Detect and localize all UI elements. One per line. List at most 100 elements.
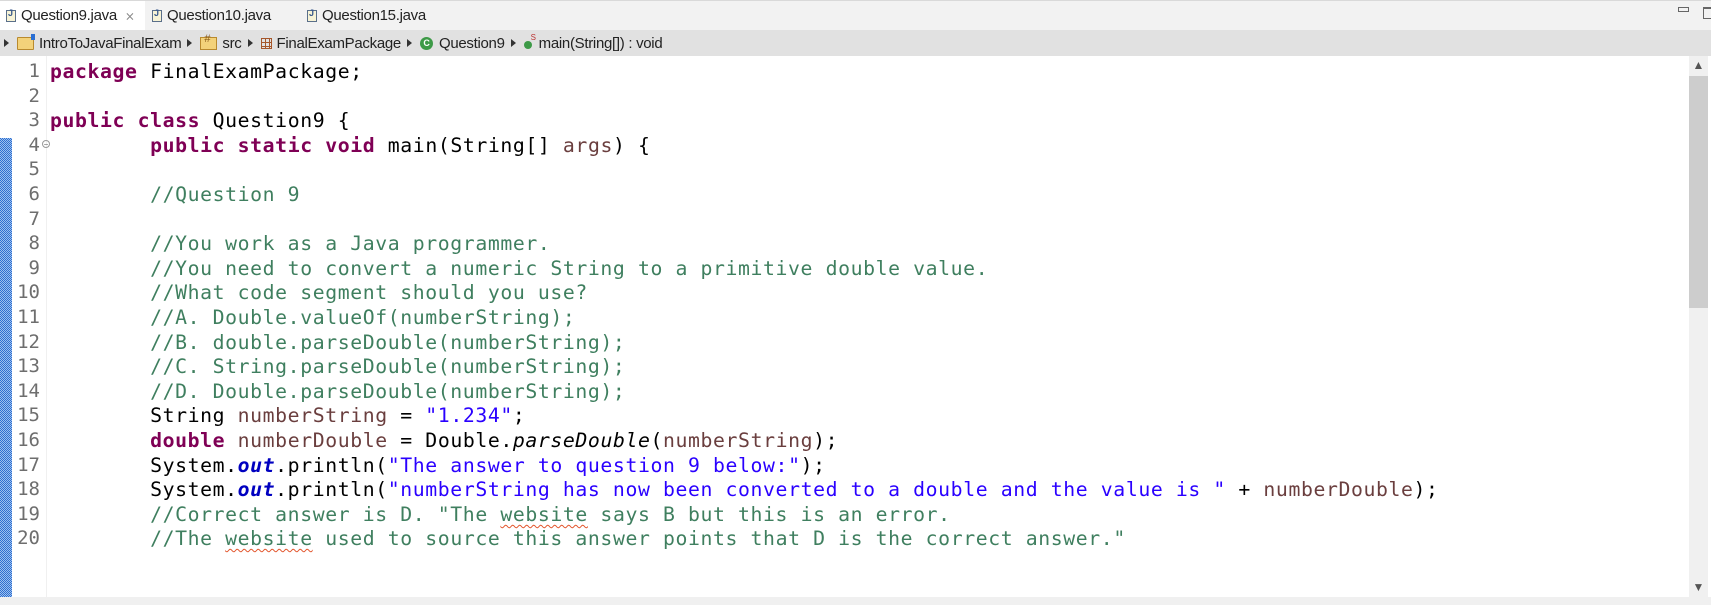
code-token: System. (50, 454, 238, 477)
java-file-icon (152, 8, 162, 22)
tab-question15[interactable]: Question15.java (307, 1, 426, 30)
code-token: static (237, 134, 313, 157)
code-token: numberString (237, 404, 388, 427)
editor-tab-bar: Question9.java ⨯ Question10.java Questio… (0, 0, 1711, 30)
line-number: 1 (28, 60, 40, 82)
code-token: ); (1413, 478, 1439, 501)
scrollbar-thumb[interactable] (1689, 76, 1708, 308)
breadcrumb-arrow-icon[interactable] (510, 39, 516, 47)
code-token: double (150, 429, 226, 452)
code-line[interactable]: //Question 9 (50, 181, 300, 208)
code-line[interactable]: //A. Double.valueOf(numberString); (50, 304, 575, 331)
code-line[interactable]: System.out.println("The answer to questi… (50, 452, 826, 479)
tab-label: Question15.java (322, 7, 426, 24)
code-line[interactable]: //Correct answer is D. "The website says… (50, 501, 951, 528)
breadcrumb-arrow-icon[interactable] (247, 39, 253, 47)
line-number: 17 (17, 454, 40, 476)
collapse-fold-icon[interactable]: − (42, 139, 50, 148)
code-token: //The (150, 527, 226, 550)
breadcrumb-arrow-icon[interactable] (187, 39, 193, 47)
code-token: args (562, 134, 613, 157)
line-number: 2 (28, 85, 40, 107)
code-line[interactable]: System.out.println("numberString has now… (50, 476, 1439, 503)
breadcrumb-item-package[interactable]: FinalExamPackage (260, 34, 402, 52)
code-line[interactable]: public static void main(String[] args) { (50, 132, 651, 159)
code-line[interactable]: String numberString = "1.234"; (50, 402, 525, 429)
code-token: "The answer to question 9 below:" (387, 454, 801, 477)
code-line[interactable]: //You need to convert a numeric String t… (50, 255, 988, 282)
line-number: 5 (28, 158, 40, 180)
line-number: 6 (28, 183, 40, 205)
code-token: //C. String.parseDouble(numberString); (150, 355, 626, 378)
tab-label: Question10.java (167, 7, 271, 24)
code-token: //D. Double.parseDouble(numberString); (150, 380, 626, 403)
code-line[interactable]: public class Question9 { (50, 107, 350, 134)
close-icon[interactable]: ⨯ (125, 9, 135, 23)
breadcrumb-label: FinalExamPackage (276, 34, 402, 52)
maximize-icon[interactable] (1703, 7, 1711, 19)
code-line[interactable]: package FinalExamPackage; (50, 58, 363, 85)
breadcrumb-label: main(String[]) : void (538, 34, 663, 52)
scroll-down-icon[interactable]: ▼ (1689, 578, 1708, 597)
code-token: //Question 9 (150, 183, 301, 206)
code-token: //You need to convert a numeric String t… (150, 257, 989, 280)
tab-question9[interactable]: Question9.java ⨯ (0, 1, 145, 30)
code-line[interactable]: //You work as a Java programmer. (50, 230, 550, 257)
vertical-scrollbar[interactable]: ▲ ▼ (1689, 56, 1708, 597)
code-token: numberString (663, 429, 814, 452)
breadcrumb: IntroToJavaFinalExam src FinalExamPackag… (0, 30, 1711, 56)
line-number: 18 (17, 478, 40, 500)
code-token: public (150, 134, 226, 157)
line-number: 10 (17, 281, 40, 303)
code-line[interactable]: //C. String.parseDouble(numberString); (50, 353, 625, 380)
package-icon (260, 37, 272, 49)
java-file-icon (307, 8, 317, 22)
line-number: 7 (28, 208, 40, 230)
code-line[interactable]: //The website used to source this answer… (50, 525, 1126, 552)
code-token: = (387, 404, 426, 427)
code-token: //You work as a Java programmer. (150, 232, 551, 255)
breadcrumb-item-method[interactable]: main(String[]) : void (523, 33, 663, 52)
minimize-icon[interactable] (1678, 7, 1689, 12)
code-token: + (1225, 478, 1264, 501)
code-line[interactable]: //B. double.parseDouble(numberString); (50, 329, 625, 356)
code-editor[interactable]: 1 2 3 4−5 6 7 8 9 10 11 12 13 14 15 16 17 18 19 20 package… (0, 56, 1689, 597)
code-line[interactable]: //D. Double.parseDouble(numberString); (50, 378, 625, 405)
scroll-up-icon[interactable]: ▲ (1689, 56, 1708, 75)
breadcrumb-arrow-icon[interactable] (4, 39, 9, 47)
line-number: 11 (17, 306, 40, 328)
code-token: ); (800, 454, 826, 477)
code-line[interactable]: double numberDouble = Double.parseDouble… (50, 427, 838, 454)
horizontal-scrollbar[interactable] (0, 597, 1711, 605)
line-number: 8 (28, 232, 40, 254)
line-number: 16 (17, 429, 40, 451)
code-token: out (237, 454, 276, 477)
code-token: Question9 { (200, 109, 351, 132)
breadcrumb-item-src[interactable]: src (200, 33, 242, 52)
source-folder-icon (200, 33, 218, 50)
code-token: public (50, 109, 126, 132)
breadcrumb-item-class[interactable]: C Question9 (419, 35, 505, 52)
breadcrumb-item-project[interactable]: IntroToJavaFinalExam (17, 33, 182, 52)
code-token: //What code segment should you use? (150, 281, 588, 304)
line-number: 13 (17, 355, 40, 377)
window-controls (1678, 7, 1711, 19)
code-token: says B but this is an error. (587, 503, 951, 526)
line-number-gutter: 1 2 3 4−5 6 7 8 9 10 11 12 13 14 15 16 17 18 19 20 (12, 56, 50, 597)
line-number: 3 (28, 109, 40, 131)
code-token: used to source this answer points that D… (312, 527, 1126, 550)
spelling-warning-token: website (225, 527, 313, 550)
code-token: //B. double.parseDouble(numberString); (150, 331, 626, 354)
tab-question10[interactable]: Question10.java (152, 1, 271, 30)
code-line[interactable]: //What code segment should you use? (50, 279, 588, 306)
breadcrumb-arrow-icon[interactable] (406, 39, 412, 47)
